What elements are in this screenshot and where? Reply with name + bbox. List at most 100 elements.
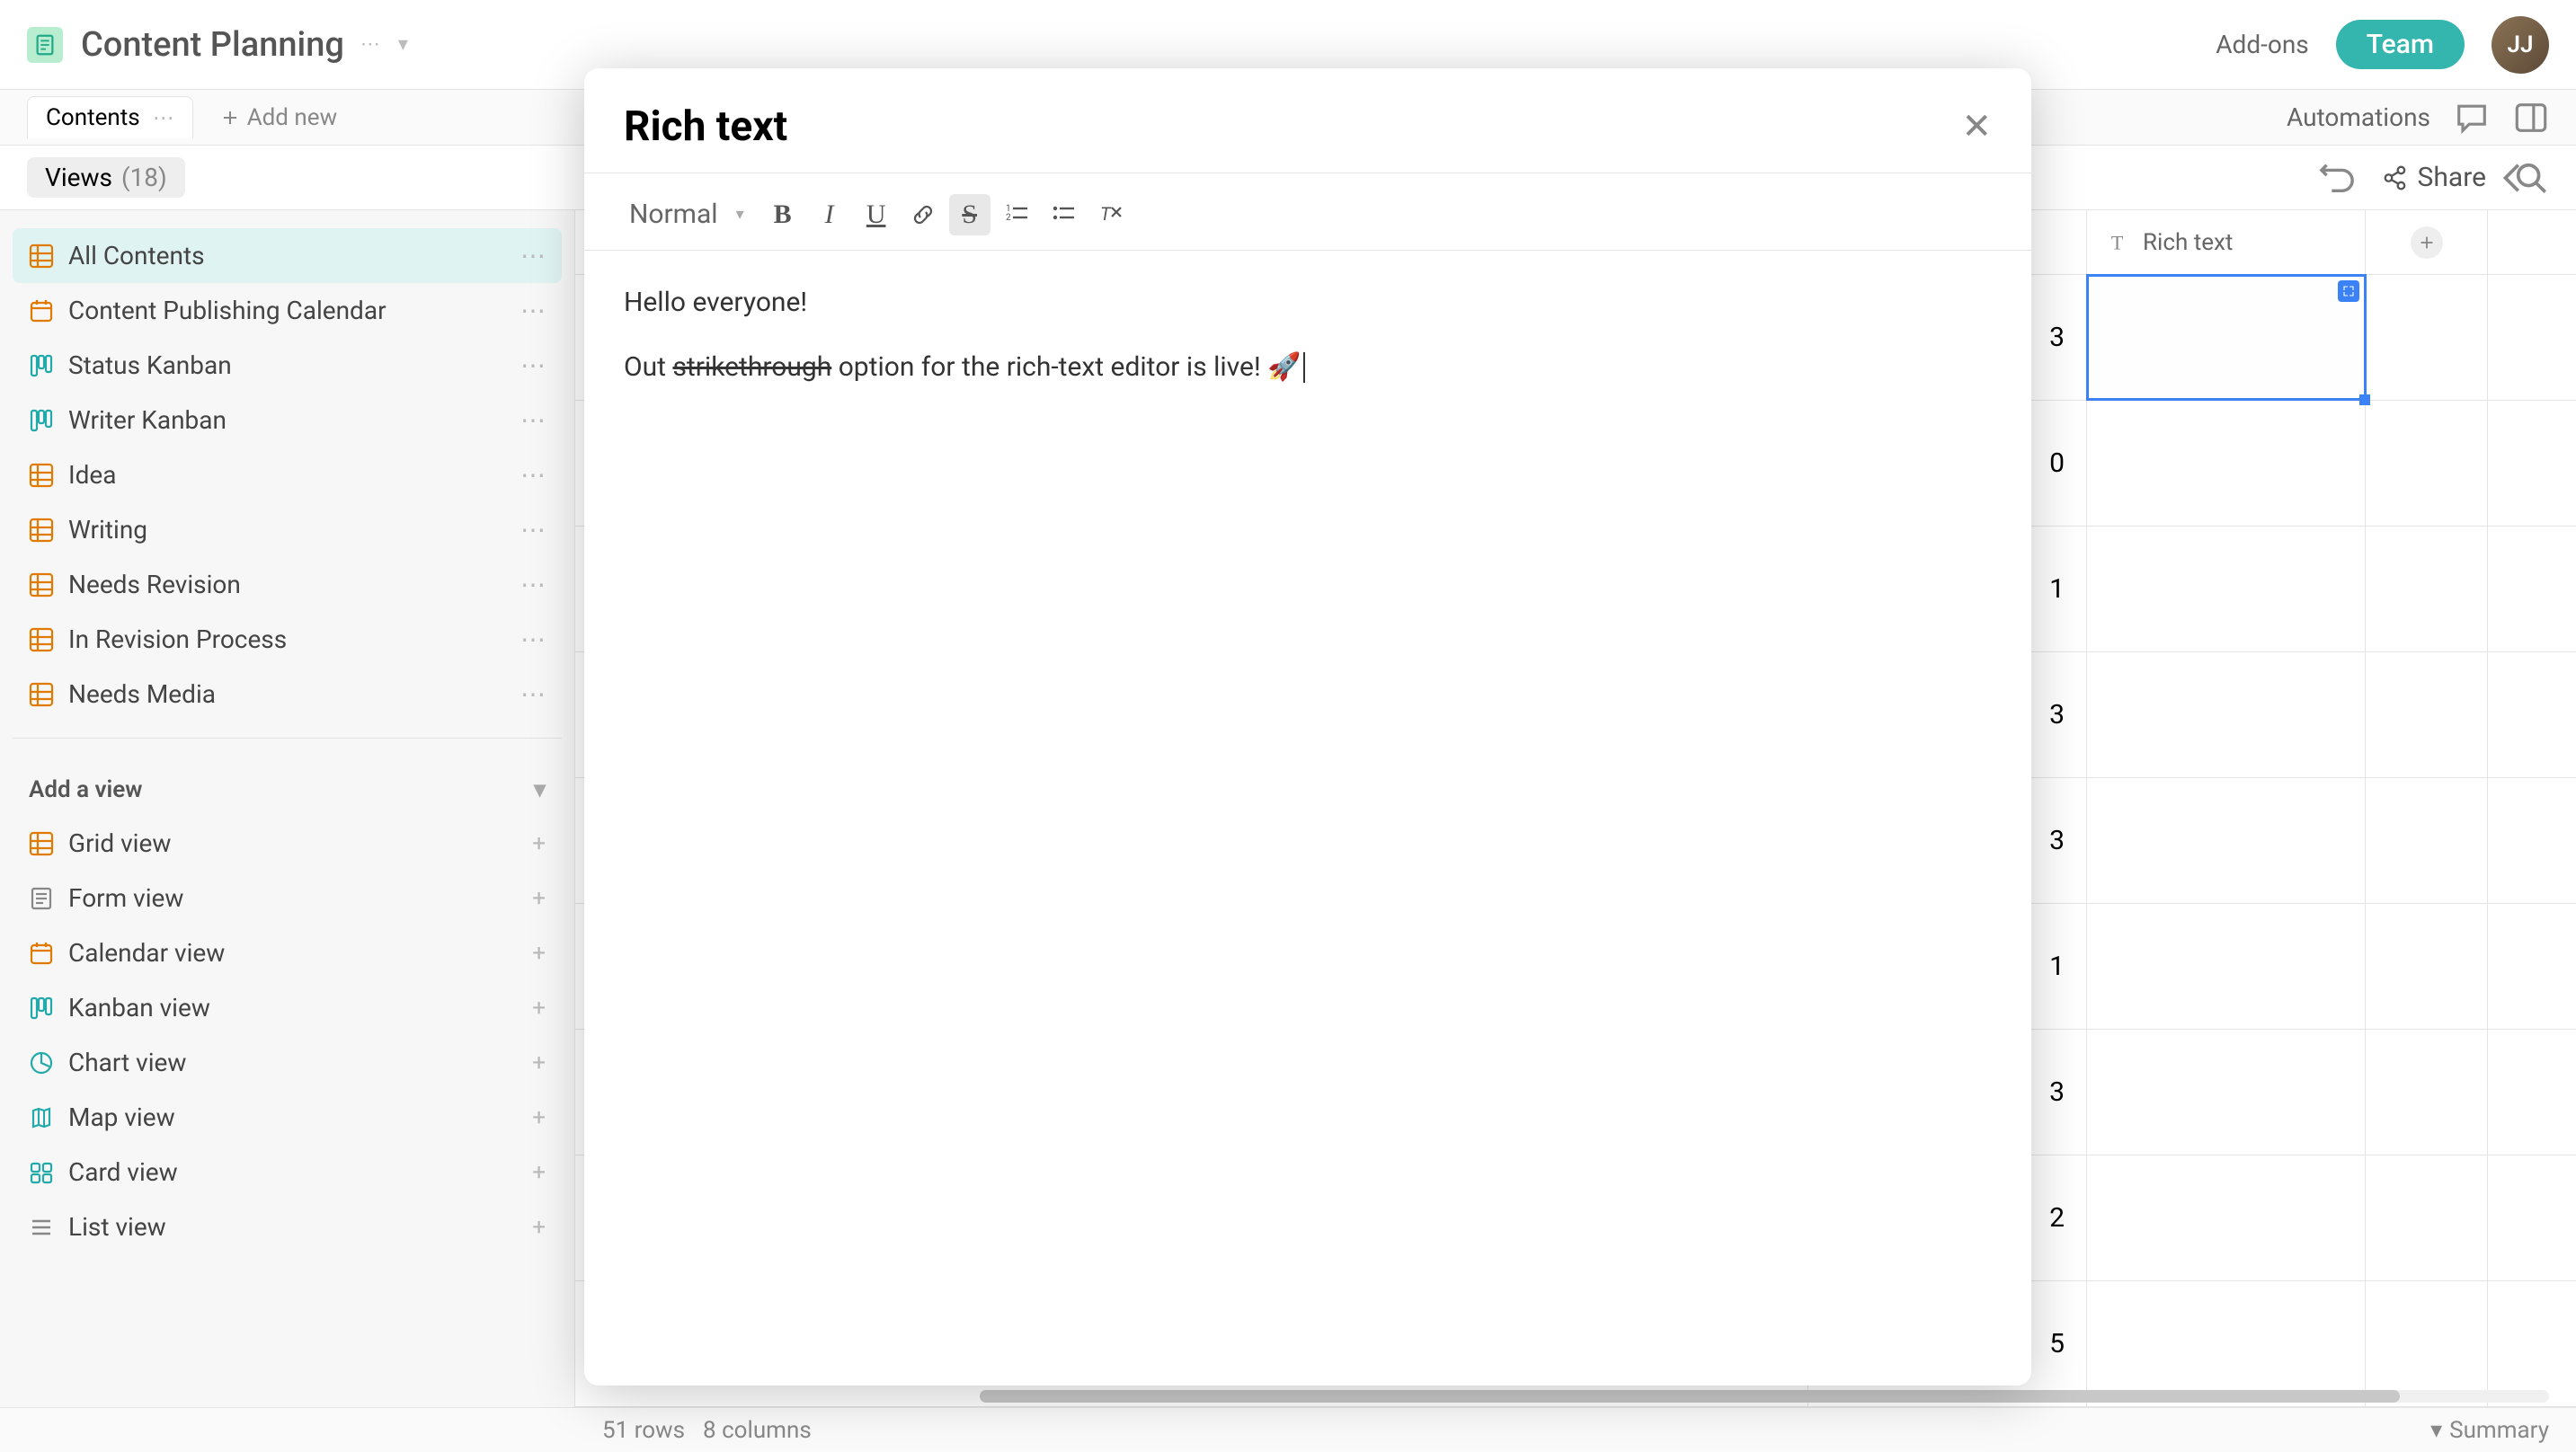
strikethrough-button[interactable]: S [949, 194, 990, 235]
bold-button[interactable]: B [762, 194, 804, 235]
column-header-richtext[interactable]: Rich text [2087, 210, 2366, 274]
sidebar-item-label: Writing [68, 515, 147, 544]
search-icon[interactable] [2513, 160, 2549, 196]
format-select[interactable]: Normal ▾ [617, 191, 757, 237]
sidebar-view-item[interactable]: Needs Revision [13, 557, 562, 612]
item-more-icon[interactable] [520, 350, 546, 380]
richtext-modal: Rich text ✕ Normal ▾ B I U S Hello every… [584, 68, 2031, 1386]
richtext-cell[interactable] [2087, 778, 2366, 903]
chevron-down-icon: ▾ [736, 205, 744, 224]
clear-format-button[interactable] [1089, 194, 1131, 235]
grid-icon [29, 572, 54, 598]
close-button[interactable]: ✕ [1961, 106, 1992, 147]
kanban-icon [29, 996, 54, 1021]
plus-icon[interactable]: + [532, 940, 546, 967]
plus-icon[interactable]: + [532, 830, 546, 857]
sidebar-view-item[interactable]: All Contents [13, 228, 562, 283]
item-more-icon[interactable] [520, 405, 546, 435]
sidebar-view-item[interactable]: Needs Media [13, 667, 562, 722]
ordered-list-button[interactable] [996, 194, 1037, 235]
status-rows: 51 rows [602, 1417, 685, 1444]
richtext-editor[interactable]: Hello everyone! Out strikethrough option… [584, 256, 2031, 436]
title-dropdown-icon[interactable] [398, 33, 408, 56]
unordered-list-button[interactable] [1043, 194, 1084, 235]
tab-contents[interactable]: Contents [27, 96, 193, 138]
plus-icon[interactable]: + [532, 1049, 546, 1076]
item-more-icon[interactable] [520, 679, 546, 709]
app-doc-icon[interactable] [27, 27, 63, 63]
add-view-label: Map view [68, 1102, 175, 1132]
add-view-type-item[interactable]: Grid view + [13, 816, 562, 871]
chevron-down-icon [2430, 1417, 2442, 1444]
sidebar-view-item[interactable]: Idea [13, 447, 562, 502]
editor-line: Hello everyone! [624, 281, 1992, 324]
plus-icon[interactable]: + [532, 1104, 546, 1131]
plus-icon[interactable]: + [532, 885, 546, 912]
views-pill[interactable]: Views (18) [27, 157, 185, 198]
comments-icon[interactable] [2454, 100, 2490, 136]
grid-icon [29, 243, 54, 269]
richtext-cell[interactable] [2087, 275, 2366, 400]
undo-icon[interactable] [2319, 160, 2355, 196]
page-title[interactable]: Content Planning [81, 25, 344, 65]
richtext-cell[interactable] [2087, 401, 2366, 526]
chevron-down-icon[interactable] [534, 776, 546, 803]
item-more-icon[interactable] [520, 570, 546, 599]
add-view-type-item[interactable]: Map view + [13, 1090, 562, 1145]
item-more-icon[interactable] [520, 515, 546, 544]
add-view-label: Grid view [68, 828, 171, 858]
add-view-label: Form view [68, 883, 183, 913]
item-more-icon[interactable] [520, 624, 546, 654]
italic-button[interactable]: I [809, 194, 850, 235]
item-more-icon[interactable] [520, 460, 546, 490]
summary-dropdown[interactable]: Summary [2430, 1417, 2549, 1444]
automations-link[interactable]: Automations [2287, 102, 2430, 132]
share-button[interactable]: Share [2382, 162, 2486, 193]
richtext-cell[interactable] [2087, 1030, 2366, 1155]
expand-icon[interactable] [2338, 280, 2359, 302]
add-view-type-item[interactable]: Card view + [13, 1145, 562, 1200]
add-view-label: List view [68, 1212, 166, 1242]
team-button[interactable]: Team [2336, 20, 2465, 69]
sidebar-view-item[interactable]: In Revision Process [13, 612, 562, 667]
plus-icon[interactable]: + [532, 1214, 546, 1241]
form-icon [29, 886, 54, 911]
add-view-type-item[interactable]: Chart view + [13, 1035, 562, 1090]
richtext-cell[interactable] [2087, 527, 2366, 651]
kanban-icon [29, 408, 54, 433]
sidebar-item-label: Idea [68, 460, 116, 490]
underline-button[interactable]: U [856, 194, 897, 235]
tab-more-icon[interactable] [153, 105, 174, 130]
panel-icon[interactable] [2513, 100, 2549, 136]
richtext-cell[interactable] [2087, 904, 2366, 1029]
item-more-icon[interactable] [520, 241, 546, 270]
link-button[interactable] [902, 194, 944, 235]
add-view-type-item[interactable]: Form view + [13, 871, 562, 925]
sidebar-view-item[interactable]: Writer Kanban [13, 393, 562, 447]
add-view-type-item[interactable]: Calendar view + [13, 925, 562, 980]
sidebar-view-item[interactable]: Status Kanban [13, 338, 562, 393]
add-view-label: Calendar view [68, 938, 225, 968]
richtext-cell[interactable] [2087, 652, 2366, 777]
plus-icon[interactable]: + [532, 1159, 546, 1186]
sidebar-item-label: Needs Revision [68, 570, 241, 599]
add-new-label: Add new [247, 104, 337, 131]
add-view-type-item[interactable]: Kanban view + [13, 980, 562, 1035]
title-more-icon[interactable] [360, 33, 380, 56]
grid-icon [29, 518, 54, 543]
avatar[interactable]: JJ [2492, 16, 2549, 74]
text-caret [1303, 352, 1305, 383]
add-new-tab[interactable]: Add new [220, 104, 337, 131]
add-ons-link[interactable]: Add-ons [2216, 30, 2308, 59]
add-view-type-item[interactable]: List view + [13, 1200, 562, 1254]
sidebar-view-item[interactable]: Content Publishing Calendar [13, 283, 562, 338]
divider [584, 250, 2031, 251]
add-column-button[interactable] [2366, 210, 2488, 274]
sidebar-view-item[interactable]: Writing [13, 502, 562, 557]
plus-icon[interactable]: + [532, 995, 546, 1022]
richtext-cell[interactable] [2087, 1155, 2366, 1280]
views-count: (18) [121, 163, 167, 192]
add-a-view-heading[interactable]: Add a view [13, 764, 562, 816]
item-more-icon[interactable] [520, 296, 546, 325]
horizontal-scrollbar[interactable] [575, 1386, 2576, 1407]
